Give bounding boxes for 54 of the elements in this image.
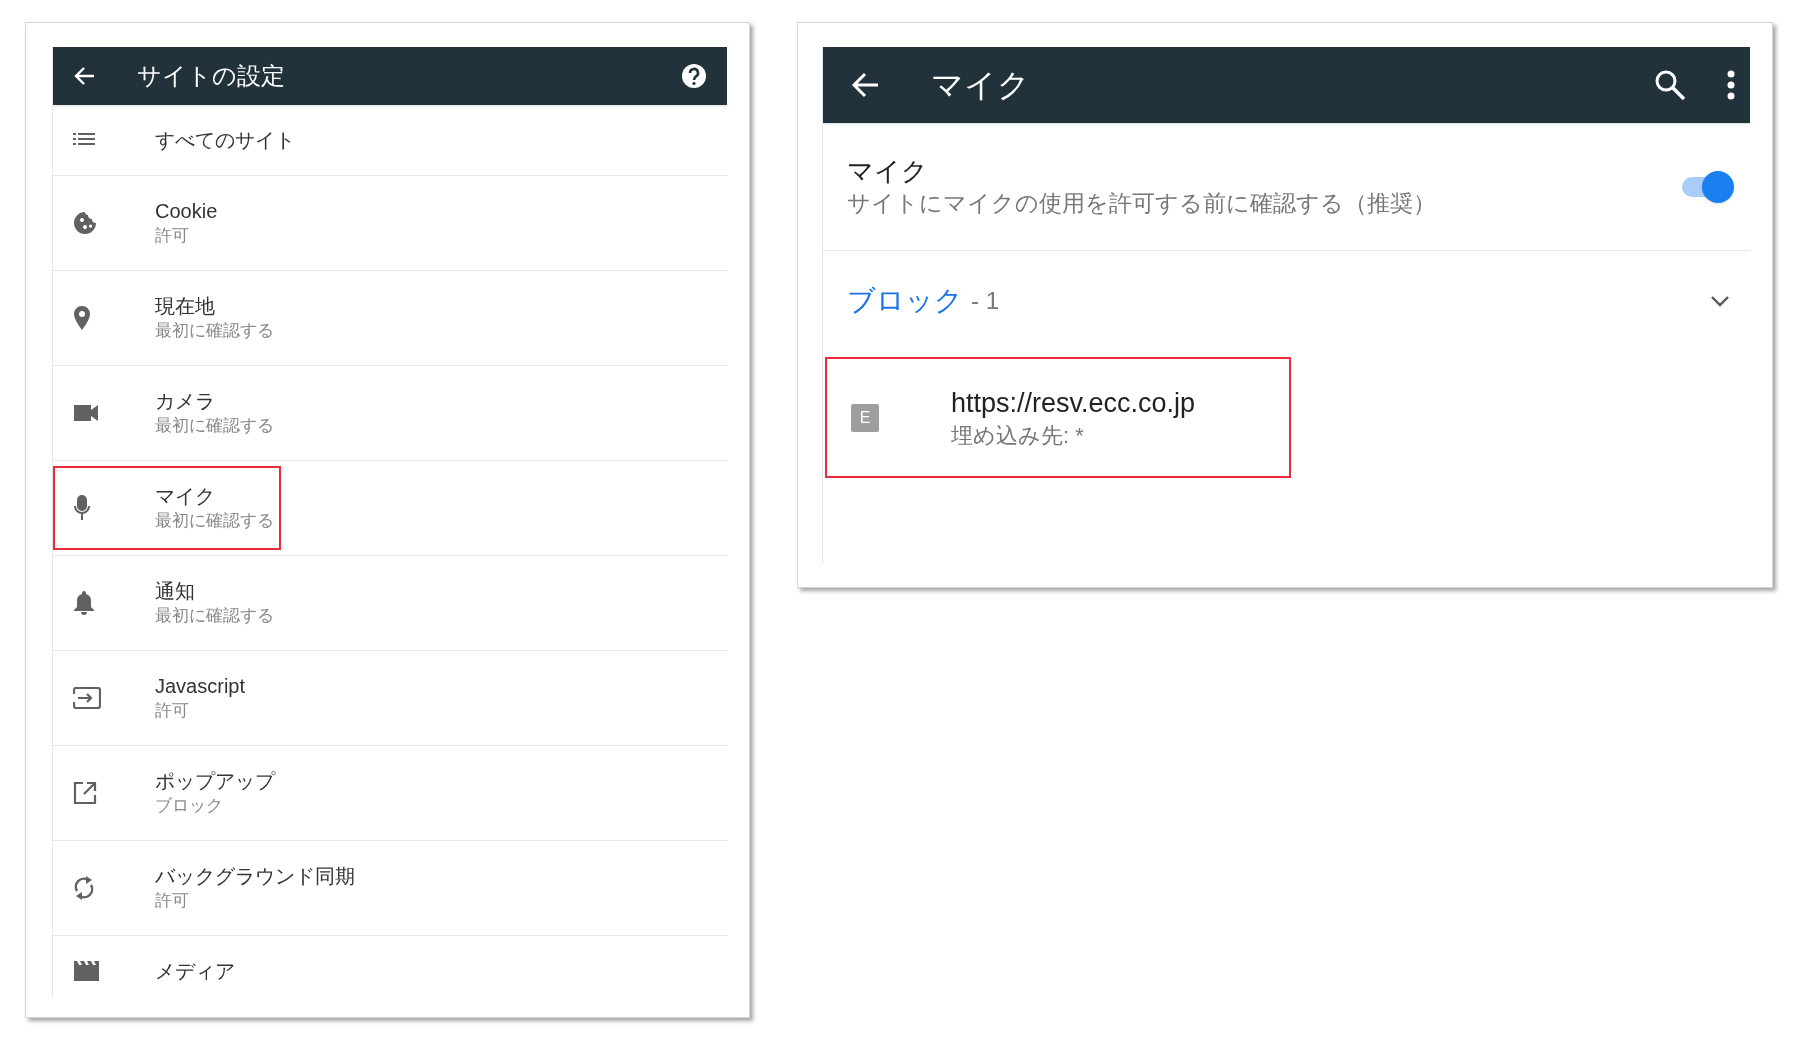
input-box-arrow-icon (73, 687, 101, 709)
setting-label: 通知 (155, 579, 196, 604)
settings-list-item[interactable]: 通知 最初に確認する (53, 556, 727, 651)
clapperboard-icon (73, 959, 101, 982)
section-header[interactable]: ブロック (847, 280, 963, 322)
settings-list-item[interactable]: Javascript 許可 (53, 651, 727, 746)
cookie-icon (73, 211, 97, 235)
setting-status: ブロック (155, 795, 224, 817)
site-favicon: E (851, 403, 879, 432)
sync-icon (73, 875, 95, 901)
setting-label: バックグラウンド同期 (155, 864, 355, 889)
screen-title: サイトの設定 (137, 61, 285, 91)
embedded-in-text: 埋め込み先: * (951, 421, 1085, 450)
site-url: https://resv.ecc.co.jp (951, 386, 1196, 420)
setting-label: マイク (155, 484, 216, 509)
setting-label: カメラ (155, 389, 216, 414)
microphone-icon (73, 495, 91, 521)
section-count: - 1 (971, 286, 999, 316)
settings-list-item[interactable]: カメラ 最初に確認する (53, 366, 727, 461)
setting-label: 現在地 (155, 294, 216, 319)
back-arrow-icon[interactable] (851, 72, 879, 98)
back-arrow-icon[interactable] (73, 66, 95, 86)
search-icon[interactable] (1654, 69, 1686, 101)
setting-label: すべてのサイト (155, 128, 295, 153)
settings-list-item[interactable]: メディア (53, 936, 727, 997)
setting-status: 許可 (155, 225, 190, 247)
chevron-down-icon[interactable] (1710, 294, 1730, 308)
setting-status: 許可 (155, 890, 190, 912)
settings-list-item[interactable]: Cookie 許可 (53, 176, 727, 271)
site-list-item[interactable]: E https://resv.ecc.co.jp 埋め込み先: * (825, 357, 1291, 478)
bell-icon (73, 590, 95, 616)
settings-list-item[interactable]: マイク 最初に確認する (53, 461, 727, 556)
setting-status: 最初に確認する (155, 415, 274, 437)
settings-list-item[interactable]: バックグラウンド同期 許可 (53, 841, 727, 936)
setting-status: 最初に確認する (155, 605, 274, 627)
setting-label: Cookie (155, 199, 218, 224)
settings-list-item[interactable]: すべてのサイト (53, 105, 727, 176)
setting-status: 最初に確認する (155, 510, 274, 532)
more-options-icon[interactable] (1726, 70, 1736, 100)
setting-label: Javascript (155, 674, 246, 699)
setting-title: マイク (847, 154, 929, 187)
setting-status: 許可 (155, 700, 190, 722)
setting-label: ポップアップ (155, 769, 275, 794)
list-icon (73, 132, 95, 148)
setting-status: 最初に確認する (155, 320, 274, 342)
video-camera-icon (73, 404, 99, 422)
settings-list-item[interactable]: 現在地 最初に確認する (53, 271, 727, 366)
settings-list-item[interactable]: ポップアップ ブロック (53, 746, 727, 841)
help-icon[interactable] (681, 63, 707, 89)
external-link-icon (73, 781, 97, 805)
screen-title: マイク (931, 66, 1030, 105)
location-pin-icon (73, 305, 91, 331)
setting-label: メディア (155, 958, 235, 984)
setting-description: サイトにマイクの使用を許可する前に確認する（推奨） (847, 188, 1437, 218)
